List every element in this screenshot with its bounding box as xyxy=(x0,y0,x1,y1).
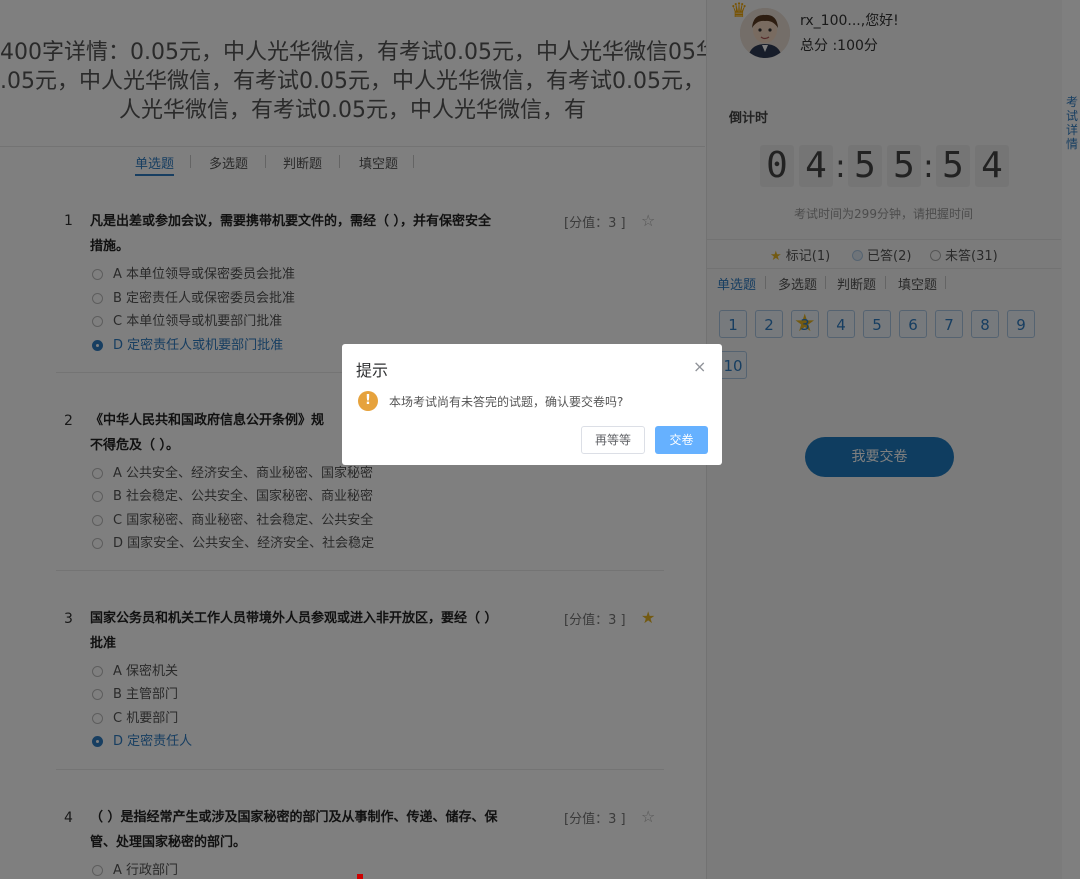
cursor-marker xyxy=(357,874,363,879)
warning-icon: ! xyxy=(358,391,378,411)
cancel-button[interactable]: 再等等 xyxy=(581,426,645,454)
confirm-dialog: 提示 × ! 本场考试尚有未答完的试题，确认要交卷吗? 再等等 交卷 xyxy=(342,344,722,465)
close-icon[interactable]: × xyxy=(693,357,706,376)
dialog-message: 本场考试尚有未答完的试题，确认要交卷吗? xyxy=(389,395,624,409)
dialog-title: 提示 xyxy=(356,361,389,380)
confirm-submit-button[interactable]: 交卷 xyxy=(655,426,708,454)
